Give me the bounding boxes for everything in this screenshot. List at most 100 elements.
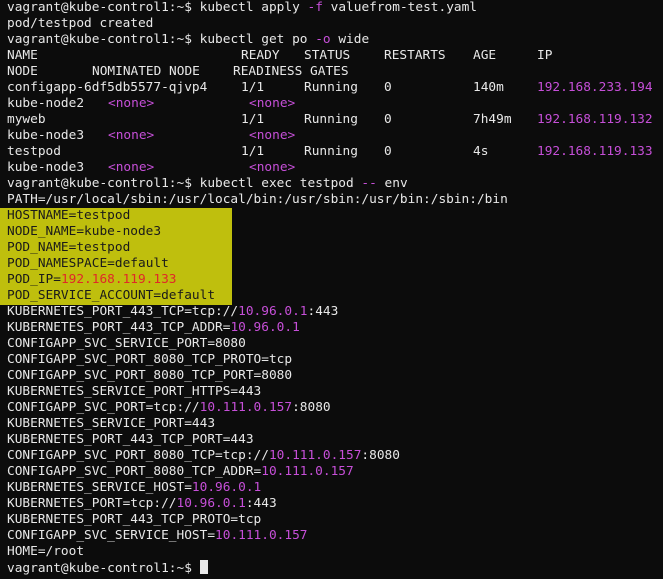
command-line-get-pods: vagrant@kube-control1:~$ kubectl get po … [7, 32, 369, 48]
env-text: CONFIGAPP_SVC_PORT_8080_TCP_ADDR= [7, 464, 262, 479]
env-var: CONFIGAPP_SVC_SERVICE_HOST=10.111.0.157 [7, 528, 307, 544]
env-var-highlighted: NODE_NAME=kube-node3 [7, 224, 161, 240]
env-var: CONFIGAPP_SVC_SERVICE_PORT=8080 [7, 336, 246, 352]
env-var: KUBERNETES_SERVICE_HOST=10.96.0.1 [7, 480, 261, 496]
pod-restarts: 0 [384, 80, 392, 95]
table-row: testpod 1/1 Running 0 4s 192.168.119.133 [7, 144, 663, 160]
pod-age: 140m [473, 80, 504, 95]
env-ip-value: 10.96.0.1 [238, 304, 308, 319]
pod-ready: 1/1 [241, 80, 265, 95]
command-arg: wide [330, 32, 370, 47]
pod-status: Running [304, 144, 358, 159]
shell-prompt: vagrant@kube-control1:~$ [7, 32, 200, 47]
pod-ip: 192.168.233.194 [537, 80, 653, 95]
table-row: myweb 1/1 Running 0 7h49m 192.168.119.13… [7, 112, 663, 128]
header-status: STATUS [304, 48, 351, 63]
env-value: testpod [76, 240, 131, 255]
header-node: NODE [7, 64, 38, 79]
pod-ip: 192.168.119.132 [537, 112, 653, 127]
env-text: KUBERNETES_PORT_443_TCP_PORT=443 [7, 432, 254, 447]
env-text: KUBERNETES_PORT=tcp:// [7, 496, 177, 511]
env-text: KUBERNETES_SERVICE_PORT=443 [7, 416, 216, 431]
env-text: CONFIGAPP_SVC_PORT=tcp:// [7, 400, 200, 415]
env-var: KUBERNETES_SERVICE_PORT_HTTPS=443 [7, 384, 261, 400]
env-value: default [161, 288, 216, 303]
env-var: KUBERNETES_PORT_443_TCP=tcp://10.96.0.1:… [7, 304, 338, 320]
command-flag: -- [361, 176, 377, 191]
pod-ip: 192.168.119.133 [537, 144, 653, 159]
pod-restarts: 0 [384, 144, 392, 159]
table-row-node: kube-node3 <none> <none> [7, 128, 657, 144]
env-port: :443 [245, 496, 277, 511]
pod-name: myweb [7, 112, 46, 127]
env-key: POD_IP= [7, 272, 61, 287]
env-text: HOME=/root [7, 544, 85, 559]
table-header-row: NAME READY STATUS RESTARTS AGE IP [7, 48, 657, 64]
env-ip-value: 10.111.0.157 [215, 528, 308, 543]
env-text: CONFIGAPP_SVC_PORT_8080_TCP=tcp:// [7, 448, 269, 463]
command-line-current[interactable]: vagrant@kube-control1:~$ [7, 560, 208, 576]
command-line-exec: vagrant@kube-control1:~$ kubectl exec te… [7, 176, 408, 192]
pod-readiness-gates: <none> [249, 160, 296, 175]
env-key: HOSTNAME= [7, 208, 77, 223]
command-text: kubectl apply [199, 0, 308, 15]
terminal-window[interactable]: vagrant@kube-control1:~$ kubectl apply -… [0, 0, 663, 579]
command-text: kubectl get po [199, 32, 316, 47]
env-var: KUBERNETES_PORT_443_TCP_PORT=443 [7, 432, 254, 448]
pod-status: Running [304, 112, 358, 127]
pod-age: 4s [473, 144, 489, 159]
pod-restarts: 0 [384, 112, 392, 127]
env-var-highlighted: POD_SERVICE_ACCOUNT=default [7, 288, 215, 304]
env-key: POD_NAMESPACE= [7, 256, 115, 271]
env-ip-value: 10.96.0.1 [191, 480, 262, 495]
env-path: PATH=/usr/local/sbin:/usr/local/bin:/usr… [7, 192, 508, 207]
table-row-node: kube-node3 <none> <none> [7, 160, 657, 176]
pod-readiness-gates: <none> [249, 96, 296, 111]
env-port: :8080 [361, 448, 400, 463]
env-var: CONFIGAPP_SVC_PORT_8080_TCP=tcp://10.111… [7, 448, 400, 464]
env-var-highlighted: POD_NAME=testpod [7, 240, 130, 256]
env-var-highlighted: HOSTNAME=testpod [7, 208, 130, 224]
header-name: NAME [7, 48, 38, 63]
env-var: KUBERNETES_PORT_443_TCP_ADDR=10.96.0.1 [7, 320, 300, 336]
shell-prompt: vagrant@kube-control1:~$ [7, 176, 200, 191]
pod-node: kube-node2 [7, 96, 85, 111]
pod-name: configapp-6df5db5577-qjvp4 [7, 80, 208, 95]
env-text: CONFIGAPP_SVC_SERVICE_PORT=8080 [7, 336, 246, 351]
env-ip-value: 10.111.0.157 [261, 464, 354, 479]
header-nominated-node: NOMINATED NODE [92, 64, 200, 79]
env-text: KUBERNETES_PORT_443_TCP=tcp:// [7, 304, 239, 319]
command-arg: valuefrom-test.yaml [322, 0, 478, 15]
env-var: KUBERNETES_SERVICE_PORT=443 [7, 416, 215, 432]
header-restarts: RESTARTS [384, 48, 446, 63]
env-var: KUBERNETES_PORT_443_TCP_PROTO=tcp [7, 512, 261, 528]
pod-nominated-node: <none> [108, 128, 155, 143]
command-line-apply: vagrant@kube-control1:~$ kubectl apply -… [7, 0, 477, 16]
table-row-node: kube-node2 <none> <none> [7, 96, 657, 112]
pod-nominated-node: <none> [108, 160, 155, 175]
env-text: CONFIGAPP_SVC_PORT_8080_TCP_PORT=8080 [7, 368, 293, 383]
env-value: kube-node3 [84, 224, 162, 239]
header-ip: IP [537, 48, 553, 63]
pod-ready: 1/1 [241, 144, 265, 159]
pod-status: Running [304, 80, 358, 95]
env-value-ip: 192.168.119.133 [60, 272, 177, 287]
env-var: CONFIGAPP_SVC_PORT=tcp://10.111.0.157:80… [7, 400, 331, 416]
env-var: HOME=/root [7, 544, 84, 560]
env-ip-value: 10.96.0.1 [176, 496, 246, 511]
env-value: default [114, 256, 169, 271]
shell-prompt: vagrant@kube-control1:~$ [7, 561, 200, 576]
env-key: POD_SERVICE_ACCOUNT= [7, 288, 162, 303]
env-var: CONFIGAPP_SVC_PORT_8080_TCP_PROTO=tcp [7, 352, 292, 368]
pod-age: 7h49m [473, 112, 512, 127]
table-header-row-2: NODE NOMINATED NODE READINESS GATES [7, 64, 657, 80]
pod-node: kube-node3 [7, 128, 85, 143]
env-var-highlighted: POD_NAMESPACE=default [7, 256, 169, 272]
env-text: KUBERNETES_PORT_443_TCP_ADDR= [7, 320, 231, 335]
env-text: CONFIGAPP_SVC_SERVICE_HOST= [7, 528, 216, 543]
header-age: AGE [473, 48, 497, 63]
header-readiness-gates: READINESS GATES [233, 64, 349, 79]
command-text: kubectl exec testpod [199, 176, 362, 191]
table-row: configapp-6df5db5577-qjvp4 1/1 Running 0… [7, 80, 663, 96]
text-cursor [199, 560, 208, 574]
